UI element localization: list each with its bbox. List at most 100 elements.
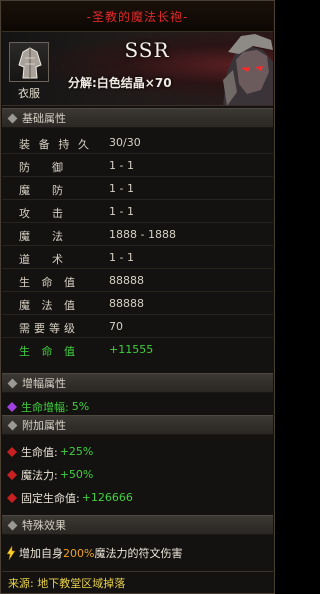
stat-row-hp: 生命值 88888 [2, 270, 273, 292]
stat-value: 1 - 1 [109, 159, 134, 172]
special-percent: 200% [63, 546, 95, 560]
extra-value: +50% [59, 468, 94, 481]
stat-char: 备 [38, 138, 50, 151]
stat-char: 等 [49, 322, 60, 335]
purple-gem-icon [7, 401, 17, 412]
stat-value: 1888 - 1888 [109, 228, 176, 241]
item-type: 衣服 [18, 87, 40, 100]
stat-char: 值 [64, 345, 75, 358]
red-gem-icon [7, 469, 17, 480]
title-bar: -圣教的魔法长袍- [2, 2, 273, 32]
stat-name: 防御 [19, 159, 63, 175]
extra-label: 魔法力: [21, 468, 58, 482]
stat-name: 攻击 [19, 205, 63, 221]
stat-row-hp-bonus: 生命值 +11555 [2, 339, 273, 361]
stat-char: 级 [64, 322, 75, 335]
stat-row-mp: 魔法值 88888 [2, 293, 273, 315]
character-portrait [223, 34, 273, 105]
lightning-icon [6, 546, 16, 560]
stat-char: 命 [41, 276, 53, 289]
extra-magic-power-row: 魔法力: +50% [2, 464, 273, 485]
stat-row-taoism: 道术 1 - 1 [2, 247, 273, 269]
stat-name: 生命值 [19, 274, 75, 290]
section-label: 基础属性 [22, 112, 66, 125]
section-label: 特殊效果 [22, 519, 66, 532]
stat-row-defense: 防御 1 - 1 [2, 155, 273, 177]
section-amplify-attributes: 增幅属性 [2, 373, 273, 393]
extra-label: 固定生命值: [21, 491, 80, 505]
extra-value: +126666 [81, 491, 133, 504]
amplify-hp-row: 生命增幅: 5% [2, 396, 273, 417]
special-prefix: 增加自身 [19, 547, 63, 560]
stat-name: 魔法值 [19, 297, 75, 313]
stat-char: 道 [19, 253, 30, 266]
stat-name: 需要等级 [19, 320, 75, 336]
stat-name: 装备持久 [19, 136, 89, 152]
item-source: 来源: 地下教堂区域掉落 [2, 571, 273, 593]
stat-char: 法 [41, 299, 53, 312]
stat-char: 魔 [19, 299, 30, 312]
stat-char: 御 [52, 161, 63, 174]
stat-row-required-level: 需要等级 70 [2, 316, 273, 338]
extra-fixed-hp-row: 固定生命值: +126666 [2, 487, 273, 508]
decompose-info: 分解:白色结晶×70 [68, 76, 172, 90]
red-gem-icon [7, 492, 17, 503]
stat-char: 要 [34, 322, 45, 335]
stat-char: 魔 [19, 184, 30, 197]
stat-name: 魔防 [19, 182, 63, 198]
stat-value: 1 - 1 [109, 205, 134, 218]
stat-row-durability: 装备持久 30/30 [2, 132, 273, 154]
stat-row-attack: 攻击 1 - 1 [2, 201, 273, 223]
stat-char: 魔 [19, 230, 30, 243]
stat-char: 持 [58, 138, 70, 151]
amplify-label: 生命增幅: [21, 400, 69, 414]
stat-char: 值 [64, 276, 75, 289]
stat-char: 生 [19, 276, 30, 289]
stat-char: 值 [64, 299, 75, 312]
diamond-icon [7, 520, 18, 530]
diamond-icon [7, 420, 18, 430]
stat-row-magic: 魔法 1888 - 1888 [2, 224, 273, 246]
item-tooltip: -圣教的魔法长袍- 衣服 SSR 分解:白色结晶×70 基础属性 装备持久 30… [0, 0, 275, 594]
red-gem-icon [7, 446, 17, 457]
stat-value: 88888 [109, 274, 144, 287]
special-suffix: 魔法力的符文伤害 [94, 547, 183, 560]
stat-value: 70 [109, 320, 123, 333]
stat-char: 需 [19, 322, 30, 335]
stat-char: 法 [52, 230, 63, 243]
special-effect-row: 增加自身 200% 魔法力的符文伤害 [2, 541, 273, 565]
stat-value: 1 - 1 [109, 182, 134, 195]
item-title: -圣教的魔法长袍- [86, 10, 189, 24]
stat-value: +11555 [109, 343, 154, 356]
section-special-effects: 特殊效果 [2, 515, 273, 535]
stat-name: 魔法 [19, 228, 63, 244]
stat-char: 防 [52, 184, 63, 197]
stat-char: 攻 [19, 207, 30, 220]
stat-value: 88888 [109, 297, 144, 310]
stat-char: 防 [19, 161, 30, 174]
extra-value: +25% [59, 445, 94, 458]
stat-char: 命 [41, 345, 53, 358]
stat-value: 30/30 [109, 136, 141, 149]
robe-icon [9, 42, 49, 82]
stat-char: 久 [77, 138, 89, 151]
stat-value: 1 - 1 [109, 251, 134, 264]
section-label: 增幅属性 [22, 377, 66, 390]
amplify-value: 5% [71, 400, 90, 413]
extra-hp-percent-row: 生命值: +25% [2, 441, 273, 462]
diamond-icon [7, 113, 18, 123]
stat-char: 装 [19, 138, 30, 151]
section-base-attributes: 基础属性 [2, 108, 273, 128]
source-text: 来源: 地下教堂区域掉落 [8, 576, 126, 590]
extra-label: 生命值: [21, 445, 58, 459]
stat-name: 道术 [19, 251, 63, 267]
section-label: 附加属性 [22, 419, 66, 432]
item-header: 衣服 SSR 分解:白色结晶×70 [2, 32, 273, 106]
stat-name: 生命值 [19, 343, 75, 359]
diamond-icon [7, 378, 18, 388]
section-extra-attributes: 附加属性 [2, 415, 273, 435]
stat-char: 生 [19, 345, 30, 358]
stat-row-magic-defense: 魔防 1 - 1 [2, 178, 273, 200]
stat-char: 术 [52, 253, 63, 266]
stat-char: 击 [52, 207, 63, 220]
